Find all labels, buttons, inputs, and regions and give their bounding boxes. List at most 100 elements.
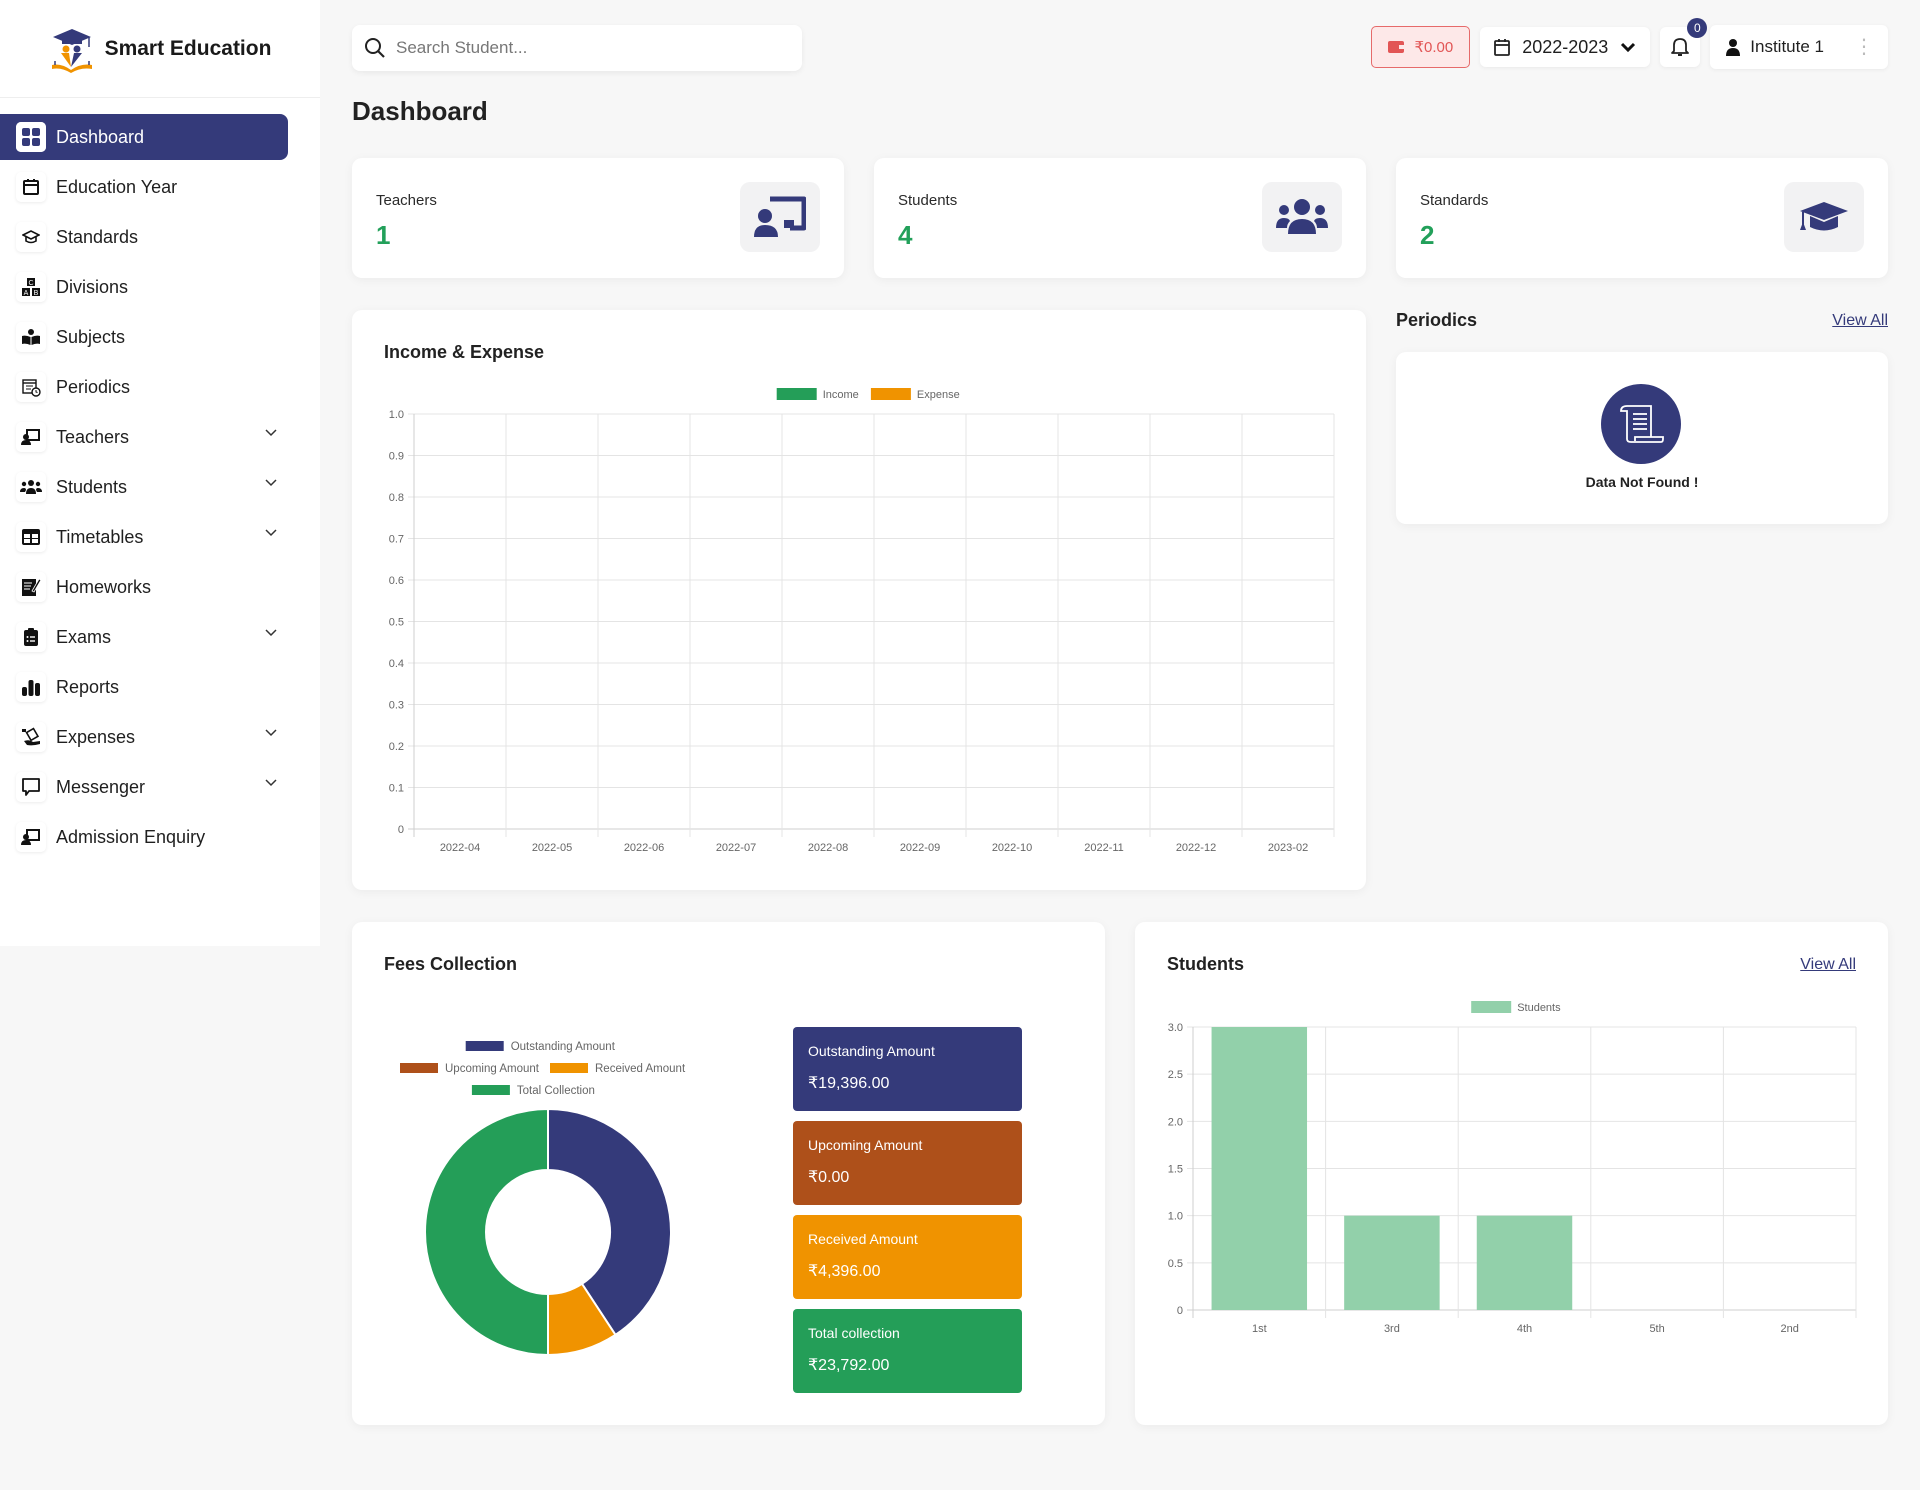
sidebar-item-label: Teachers <box>56 426 130 447</box>
education-year-select[interactable]: 2022-2023 <box>1480 27 1651 67</box>
bar <box>1476 1215 1573 1310</box>
stat-value: 1 <box>376 220 391 250</box>
chevron-down-icon <box>1621 42 1636 53</box>
sidebar-item-subjects[interactable]: Subjects <box>0 314 288 360</box>
sidebar-item-label: Messenger <box>56 776 146 797</box>
chevron-down-icon[interactable] <box>264 628 278 638</box>
teacher-board-icon <box>16 422 46 452</box>
stat-value: 2 <box>1420 220 1435 250</box>
chevron-down-icon[interactable] <box>264 428 278 438</box>
chevron-down-icon[interactable] <box>264 728 278 738</box>
wallet-amount: ₹0.00 <box>1414 39 1454 56</box>
bar <box>1211 1027 1308 1310</box>
sidebar-item-exams[interactable]: Exams <box>0 614 288 660</box>
clipboard-list-icon <box>16 622 46 652</box>
sidebar-item-messenger[interactable]: Messenger <box>0 764 288 810</box>
income-expense-chart: 0 0.1 0.2 0.3 0.4 0.5 0.6 0.7 0.8 0.9 1.0 2022-04 20… <box>389 388 1335 854</box>
periodics-view-all-link[interactable]: View All <box>1832 312 1888 330</box>
sidebar-item-periodics[interactable]: Periodics <box>0 364 288 410</box>
chevron-down-icon[interactable] <box>264 478 278 488</box>
wallet-balance-button[interactable]: ₹0.00 <box>1371 26 1471 68</box>
table-icon <box>16 522 46 552</box>
sidebar-item-standards[interactable]: Standards <box>0 214 288 260</box>
stat-card-teachers[interactable]: Teachers 1 <box>352 158 844 278</box>
y-tick-label: 0.4 <box>389 658 404 670</box>
fee-box-value: ₹19,396.00 <box>808 1075 890 1092</box>
user-menu-button[interactable]: Institute 1 ⋮ <box>1710 25 1888 69</box>
search-input[interactable] <box>396 38 776 58</box>
x-tick-label: 2022-04 <box>440 842 480 854</box>
sidebar-item-admission-enquiry[interactable]: Admission Enquiry <box>0 814 288 860</box>
sidebar-item-timetables[interactable]: Timetables <box>0 514 288 560</box>
brand[interactable]: Smart Education <box>0 0 320 98</box>
search-box[interactable] <box>352 25 802 71</box>
stat-card-students[interactable]: Students 4 <box>874 158 1366 278</box>
chevron-down-icon[interactable] <box>264 778 278 788</box>
fee-box-received: Received Amount ₹4,396.00 <box>793 1215 1022 1299</box>
sidebar-item-teachers[interactable]: Teachers <box>0 414 288 460</box>
sidebar-item-label: Education Year <box>56 176 178 197</box>
sidebar-item-label: Reports <box>56 676 120 697</box>
x-tick-label: 4th <box>1517 1323 1532 1335</box>
dashboard-grid-icon <box>16 122 46 152</box>
sidebar-item-students[interactable]: Students <box>0 464 288 510</box>
empty-state-text: Data Not Found ! <box>1585 474 1699 490</box>
x-tick-label: 2022-05 <box>532 842 572 854</box>
calendar-icon <box>16 172 46 202</box>
chevron-down-icon[interactable] <box>264 528 278 538</box>
sidebar-item-homeworks[interactable]: Homeworks <box>0 564 288 610</box>
y-tick-label: 0.1 <box>389 783 404 795</box>
sidebar-item-label: Divisions <box>56 276 129 297</box>
fee-box-label: Received Amount <box>808 1231 918 1247</box>
svg-text:B: B <box>34 290 39 297</box>
sidebar-item-education-year[interactable]: Education Year <box>0 164 288 210</box>
teacher-board-icon <box>16 822 46 852</box>
x-tick-label: 2nd <box>1781 1323 1799 1335</box>
sidebar-item-label: Periodics <box>56 376 131 397</box>
fee-box-value: ₹4,396.00 <box>808 1263 881 1280</box>
bar-chart-icon <box>16 672 46 702</box>
sidebar-item-label: Exams <box>56 626 112 647</box>
sidebar-item-dashboard[interactable]: Dashboard <box>0 114 288 160</box>
education-year-value: 2022-2023 <box>1522 36 1609 57</box>
users-group-icon <box>1262 182 1342 252</box>
y-tick-label: 0.5 <box>1168 1258 1183 1270</box>
legend-label: Income <box>823 389 859 401</box>
sidebar-item-expenses[interactable]: Expenses <box>0 714 288 760</box>
legend-label: Expense <box>917 389 960 401</box>
x-tick-label: 1st <box>1252 1323 1267 1335</box>
legend-label: Students <box>1517 1002 1561 1014</box>
legend-swatch <box>550 1063 588 1073</box>
y-tick-label: 2.5 <box>1168 1069 1183 1081</box>
stat-label: Standards <box>1420 192 1489 209</box>
brand-logo-icon <box>51 28 92 73</box>
reader-book-icon <box>16 322 46 352</box>
x-tick-label: 2023-02 <box>1268 842 1308 854</box>
fee-box-label: Total collection <box>808 1325 900 1341</box>
users-group-icon <box>16 472 46 502</box>
legend-label: Upcoming Amount <box>445 1063 540 1075</box>
sidebar-item-reports[interactable]: Reports <box>0 664 288 710</box>
sidebar-item-divisions[interactable]: CAB Divisions <box>0 264 288 310</box>
stat-label: Students <box>898 192 958 209</box>
wallet-icon <box>1388 41 1405 53</box>
pen-document-icon <box>16 572 46 602</box>
graduation-cap-icon <box>1784 182 1864 252</box>
x-tick-label: 2022-06 <box>624 842 664 854</box>
y-tick-label: 0 <box>1177 1305 1183 1317</box>
x-tick-label: 2022-07 <box>716 842 756 854</box>
kebab-menu-icon[interactable]: ⋮ <box>1854 37 1874 57</box>
topbar-actions: ₹0.00 2022-2023 0 Institute 1 ⋮ <box>1371 18 1888 69</box>
stat-card-standards[interactable]: Standards 2 <box>1396 158 1888 278</box>
notifications-button[interactable]: 0 <box>1660 18 1708 67</box>
y-tick-label: 1.5 <box>1168 1164 1183 1176</box>
periodics-title: Periodics <box>1396 310 1478 330</box>
y-tick-label: 3.0 <box>1168 1022 1183 1034</box>
svg-text:A: A <box>24 290 29 297</box>
legend-label: Total Collection <box>517 1085 595 1097</box>
y-tick-label: 0.6 <box>389 575 404 587</box>
scroll-document-icon <box>1601 384 1681 464</box>
y-tick-label: 0.8 <box>389 492 404 504</box>
teacher-board-icon <box>740 182 820 252</box>
sidebar-item-label: Admission Enquiry <box>56 826 206 847</box>
